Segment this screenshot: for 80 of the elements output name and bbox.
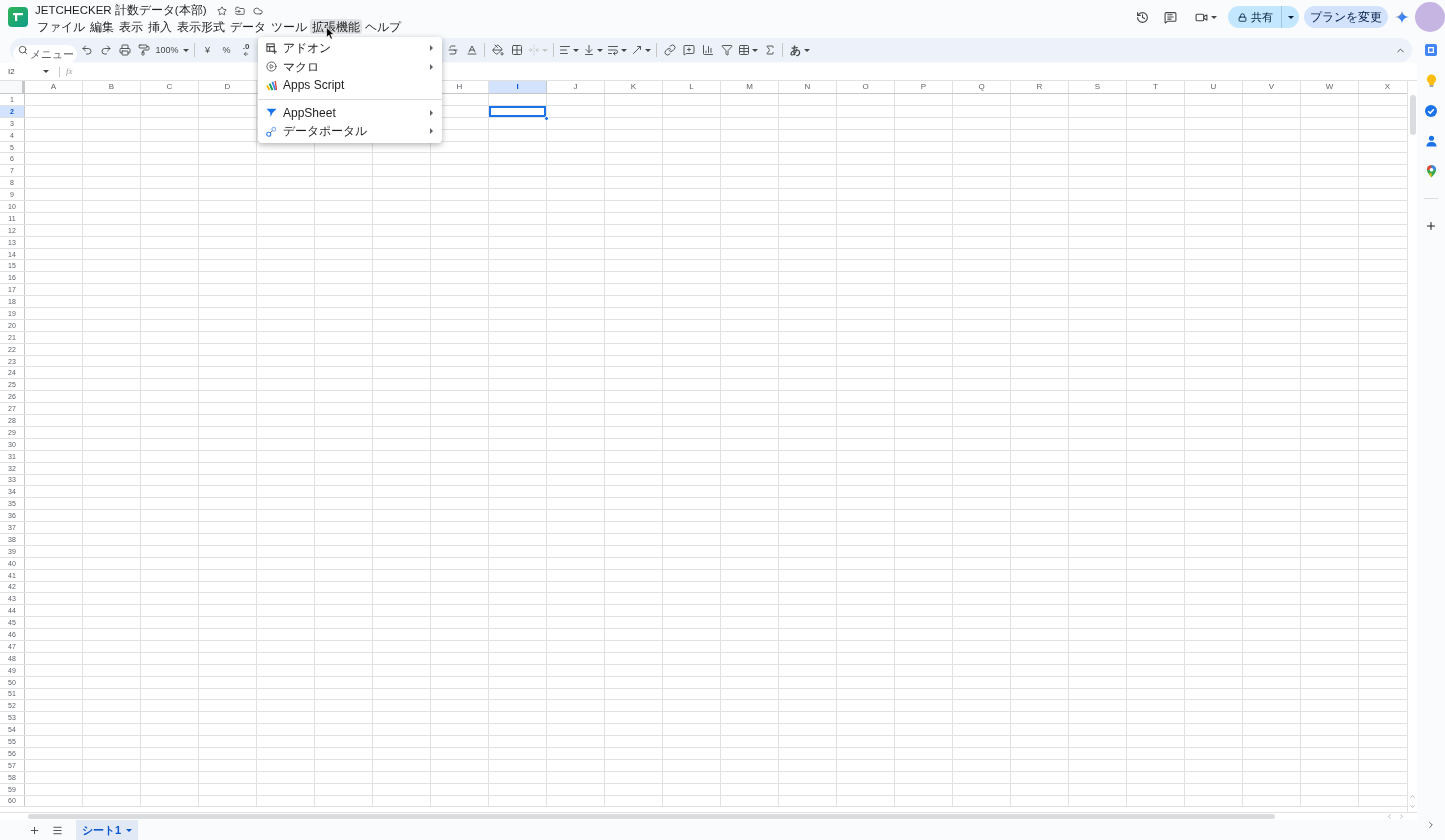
fill-handle[interactable] bbox=[544, 115, 549, 121]
lock-icon bbox=[1238, 12, 1247, 22]
folder-icon[interactable] bbox=[234, 5, 245, 16]
caret-down-icon[interactable] bbox=[1211, 15, 1217, 19]
caret-down-icon[interactable] bbox=[804, 48, 810, 52]
menu-bar-item[interactable]: 編集 bbox=[88, 19, 116, 34]
menu-item[interactable]: アドオン bbox=[258, 39, 442, 58]
horizontal-scrollbar-thumb[interactable] bbox=[28, 814, 1275, 819]
strikethrough-icon[interactable] bbox=[446, 44, 459, 56]
sheet-tab[interactable]: シート1 bbox=[76, 820, 139, 840]
menu-bar-item[interactable]: 表示形式 bbox=[175, 19, 227, 34]
caret-down-icon[interactable] bbox=[752, 48, 758, 52]
expand-panel-icon[interactable] bbox=[1426, 820, 1436, 830]
fx-label: fx bbox=[66, 67, 73, 76]
calendar-icon[interactable] bbox=[1425, 44, 1437, 56]
add-icon[interactable] bbox=[1425, 220, 1437, 232]
spreadsheet-logo-icon[interactable] bbox=[8, 7, 28, 27]
document-title[interactable]: JETCHECKER 計数データ(本部) bbox=[35, 4, 207, 17]
print-icon[interactable] bbox=[118, 44, 131, 56]
menu-bar-item[interactable]: ファイル bbox=[35, 19, 87, 34]
map-pin-icon[interactable] bbox=[1425, 165, 1437, 178]
person-icon[interactable] bbox=[1425, 135, 1437, 147]
grid-icon[interactable] bbox=[510, 44, 523, 56]
star-icon[interactable] bbox=[216, 5, 227, 16]
bar-chart-icon[interactable] bbox=[701, 44, 714, 56]
filter-icon[interactable] bbox=[720, 44, 733, 56]
cloud-icon[interactable] bbox=[252, 5, 263, 16]
caret-down-icon[interactable] bbox=[573, 48, 579, 52]
menu-bar-item[interactable]: ヘルプ bbox=[363, 19, 403, 34]
menu-bar-item[interactable]: 挿入 bbox=[146, 19, 174, 34]
add-sheet-icon[interactable] bbox=[29, 824, 40, 836]
caret-down-icon[interactable] bbox=[621, 48, 627, 52]
redo-icon[interactable] bbox=[99, 44, 112, 56]
change-plan-button[interactable]: プランを変更 bbox=[1304, 6, 1388, 28]
menu-bar-item[interactable]: データ bbox=[228, 19, 268, 34]
column-header[interactable]: I bbox=[489, 81, 547, 93]
caret-down-icon[interactable] bbox=[645, 48, 651, 52]
comment-icon[interactable] bbox=[1164, 10, 1177, 24]
menu-item[interactable]: AppSheet bbox=[258, 103, 442, 122]
caret-down-icon[interactable] bbox=[43, 70, 49, 73]
sparkle-icon[interactable] bbox=[1395, 10, 1409, 24]
vertical-scrollbar-thumb[interactable] bbox=[1409, 95, 1416, 135]
paint-bucket-icon[interactable] bbox=[491, 44, 504, 56]
arrow-left-icon bbox=[243, 51, 249, 57]
colored-stripes-icon bbox=[266, 79, 277, 91]
decrease-decimal-button[interactable]: .0 bbox=[236, 40, 256, 60]
table-plus-icon bbox=[266, 42, 277, 54]
undo-icon[interactable] bbox=[80, 44, 93, 56]
currency-format-button[interactable]: ¥ bbox=[198, 40, 217, 60]
paint-roller-icon[interactable] bbox=[137, 44, 150, 56]
history-icon[interactable] bbox=[1136, 10, 1149, 24]
check-circle-icon[interactable] bbox=[1425, 105, 1437, 117]
menu-bar-item[interactable]: ツール bbox=[269, 19, 309, 34]
table-icon[interactable] bbox=[738, 44, 750, 56]
search-icon bbox=[18, 45, 28, 55]
input-tools-button[interactable]: あ bbox=[786, 40, 814, 60]
caret-down-icon[interactable] bbox=[1287, 15, 1294, 19]
percent-format-button[interactable]: % bbox=[217, 40, 236, 60]
link-icon[interactable] bbox=[663, 44, 676, 56]
play-circle-icon bbox=[266, 61, 277, 73]
zoom-button[interactable]: 100% bbox=[153, 40, 191, 60]
menu-item[interactable]: マクロ bbox=[258, 57, 442, 76]
share-options-button[interactable] bbox=[1281, 6, 1299, 28]
menu-item[interactable]: データポータル bbox=[258, 122, 442, 141]
comment-plus-icon[interactable] bbox=[682, 44, 695, 56]
diagonal-arrow-icon[interactable] bbox=[631, 44, 643, 56]
letter-a-underline-icon[interactable] bbox=[465, 44, 478, 56]
caret-down-icon[interactable] bbox=[597, 48, 603, 52]
caret-down-icon[interactable] bbox=[182, 48, 189, 52]
name-box-field[interactable]: I2 bbox=[5, 64, 43, 79]
arrow-down-to-line-icon[interactable] bbox=[583, 44, 595, 56]
menu-search-field[interactable]: メニュー bbox=[13, 45, 77, 63]
menu-icon[interactable] bbox=[52, 824, 63, 836]
sigma-icon[interactable] bbox=[763, 44, 776, 56]
funnel-shape-icon bbox=[266, 107, 277, 119]
wrap-text-icon[interactable] bbox=[607, 44, 619, 56]
share-button[interactable]: 共有 bbox=[1228, 6, 1281, 28]
menu-bar-item[interactable]: 表示 bbox=[117, 19, 145, 34]
align-left-icon[interactable] bbox=[559, 44, 571, 56]
linked-circles-icon bbox=[266, 125, 277, 137]
